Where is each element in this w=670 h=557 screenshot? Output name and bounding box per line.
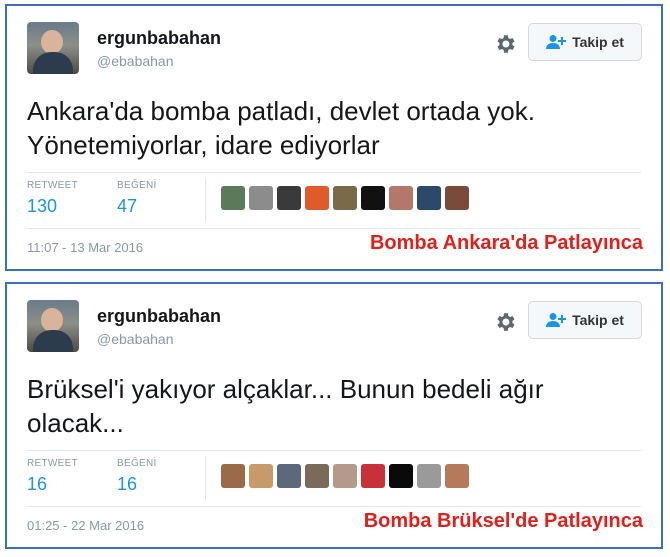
liker-avatar[interactable] [361, 464, 385, 488]
retweet-label: RETWEET [27, 458, 78, 469]
liker-avatar[interactable] [305, 186, 329, 210]
user-handle[interactable]: @ebabahan [97, 331, 174, 347]
liker-avatars [221, 186, 469, 210]
follow-label: Takip et [572, 34, 624, 50]
like-count: 47 [117, 196, 138, 216]
liker-avatar[interactable] [389, 464, 413, 488]
divider [27, 228, 641, 229]
retweet-count: 130 [27, 196, 58, 216]
liker-avatar[interactable] [445, 464, 469, 488]
timestamp[interactable]: 01:25 - 22 Mar 2016 [27, 518, 144, 533]
like-count: 16 [117, 474, 138, 494]
like-stat[interactable]: BEĞENİ 16 [117, 458, 157, 495]
like-label: BEĞENİ [117, 180, 157, 191]
tweet-text: Ankara'da bomba patladı, devlet ortada y… [27, 94, 647, 162]
tweet-text-line: olacak... [27, 408, 124, 438]
user-name[interactable]: ergunbabahan [97, 306, 221, 327]
user-name[interactable]: ergunbabahan [97, 28, 221, 49]
liker-avatar[interactable] [445, 186, 469, 210]
liker-avatar[interactable] [305, 464, 329, 488]
avatar[interactable] [27, 22, 79, 74]
liker-avatar[interactable] [249, 186, 273, 210]
stat-separator [205, 178, 206, 222]
caption-annotation: Bomba Ankara'da Patlayınca [369, 232, 643, 254]
tweet-text-line: Ankara'da bomba patladı, devlet ortada y… [27, 96, 535, 126]
retweet-stat[interactable]: RETWEET 130 [27, 180, 78, 217]
retweet-stat[interactable]: RETWEET 16 [27, 458, 78, 495]
caption-annotation: Bomba Brüksel'de Patlayınca [363, 510, 643, 532]
retweet-count: 16 [27, 474, 48, 494]
tweet-card: ergunbabahan @ebabahan Takip et Brüksel'… [5, 282, 663, 549]
tweet-text: Brüksel'i yakıyor alçaklar... Bunun bede… [27, 372, 647, 440]
tweet-card: ergunbabahan @ebabahan Takip et Ankara'd… [5, 4, 663, 271]
like-stat[interactable]: BEĞENİ 47 [117, 180, 157, 217]
user-handle[interactable]: @ebabahan [97, 53, 174, 69]
avatar[interactable] [27, 300, 79, 352]
gear-icon[interactable] [493, 310, 517, 334]
liker-avatar[interactable] [249, 464, 273, 488]
liker-avatar[interactable] [221, 464, 245, 488]
follow-button[interactable]: Takip et [528, 301, 642, 339]
liker-avatar[interactable] [389, 186, 413, 210]
liker-avatar[interactable] [333, 186, 357, 210]
timestamp[interactable]: 11:07 - 13 Mar 2016 [27, 240, 143, 255]
add-user-icon [546, 313, 567, 327]
divider [27, 450, 641, 451]
liker-avatar[interactable] [361, 186, 385, 210]
follow-label: Takip et [572, 312, 624, 328]
liker-avatar[interactable] [277, 186, 301, 210]
gear-icon[interactable] [493, 32, 517, 56]
like-label: BEĞENİ [117, 458, 157, 469]
divider [27, 506, 641, 507]
follow-button[interactable]: Takip et [528, 23, 642, 61]
divider [27, 172, 641, 173]
retweet-label: RETWEET [27, 180, 78, 191]
liker-avatar[interactable] [417, 186, 441, 210]
stat-separator [205, 456, 206, 500]
liker-avatars [221, 464, 469, 488]
liker-avatar[interactable] [221, 186, 245, 210]
liker-avatar[interactable] [417, 464, 441, 488]
liker-avatar[interactable] [277, 464, 301, 488]
tweet-text-line: Brüksel'i yakıyor alçaklar... Bunun bede… [27, 374, 544, 404]
liker-avatar[interactable] [333, 464, 357, 488]
add-user-icon [546, 35, 567, 49]
tweet-text-line: Yönetemiyorlar, idare ediyorlar [27, 130, 380, 160]
